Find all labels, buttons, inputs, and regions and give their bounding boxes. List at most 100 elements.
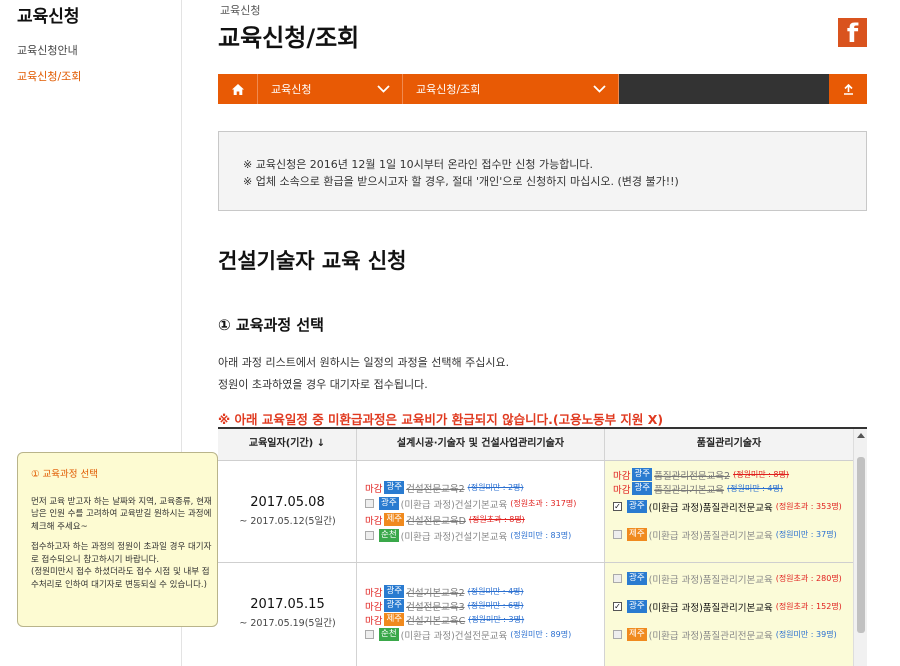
course-name: 품질관리기본교육 xyxy=(654,484,725,496)
course-name: (미환급 과정)품질관리전문교육 xyxy=(648,502,773,514)
course-name: 품질관리전문교육2 xyxy=(654,470,731,482)
course-name: 건설전문교육D xyxy=(406,515,466,527)
course-name: (미환급 과정)품질관리전문교육 xyxy=(648,630,773,642)
course-option[interactable]: 순천 (미환급 과정)건설전문교육 (정원미만 : 89명) xyxy=(365,628,572,642)
course-closed: 마감 광주 건설전문교육2 (정원미만 : 2명) xyxy=(365,481,524,495)
description-line-1: 아래 과정 리스트에서 원하시는 일정의 과정을 선택해 주십시요. xyxy=(218,356,510,369)
region-badge: 광주 xyxy=(632,482,653,495)
region-badge: 광주 xyxy=(627,600,647,613)
region-badge: 광주 xyxy=(632,468,653,481)
course-checkbox[interactable] xyxy=(365,531,374,540)
region-badge: 광주 xyxy=(379,497,399,510)
sidebar-item-apply[interactable]: 교육신청/조회 xyxy=(17,68,81,84)
refund-warning: ※ 아래 교육일정 중 미환급과정은 교육비가 환급되지 않습니다.(고용노동부… xyxy=(218,412,664,427)
facebook-icon[interactable]: f xyxy=(838,18,867,49)
closed-label: 마감 xyxy=(365,515,383,527)
help-tooltip: ① 교육과정 선택 먼저 교육 받고자 하는 날짜와 지역, 교육종류, 현재 … xyxy=(17,452,218,627)
course-checkbox[interactable] xyxy=(613,630,622,639)
course-option[interactable]: 순천 (미환급 과정)건설기본교육 (정원미만 : 83명) xyxy=(365,529,572,543)
page-title: 교육신청/조회 xyxy=(218,24,360,52)
region-badge: 광주 xyxy=(384,585,405,598)
closed-label: 마감 xyxy=(365,601,383,613)
region-badge: 제주 xyxy=(384,513,405,526)
capacity-label: (정원초과 : 152명) xyxy=(775,602,842,611)
home-button[interactable] xyxy=(218,74,258,104)
description-line-2: 정원이 초과하였을 경우 대기자로 접수됩니다. xyxy=(218,378,428,391)
section-heading: 건설기술자 교육 신청 xyxy=(218,249,407,273)
course-name: 건설전문교육3 xyxy=(406,601,465,613)
nav-select-category[interactable]: 교육신청 xyxy=(258,74,403,104)
closed-label: 마감 xyxy=(613,484,631,496)
course-period: ~ 2017.05.12(5일간) xyxy=(239,516,336,527)
sidebar-title: 교육신청 xyxy=(17,7,80,27)
step-description: 아래 과정 리스트에서 원하시는 일정의 과정을 선택해 주십시요. 정원이 초… xyxy=(218,352,509,396)
tooltip-title: ① 교육과정 선택 xyxy=(31,469,98,480)
course-name: (미환급 과정)품질관리기본교육 xyxy=(648,574,773,586)
table-row: 2017.05.08 ~ 2017.05.12(5일간) 마감 광주 건설전문교… xyxy=(218,461,867,563)
region-badge: 광주 xyxy=(384,481,405,494)
course-option-selected[interactable]: ✓ 광주 (미환급 과정)품질관리기본교육 (정원초과 : 152명) xyxy=(613,600,842,614)
notice-box: ※ 교육신청은 2016년 12월 1일 10시부터 온라인 접수만 신청 가능… xyxy=(218,131,867,211)
capacity-label: (정원초과 : 8명) xyxy=(468,515,525,524)
region-badge: 광주 xyxy=(627,500,647,513)
nav-select-page-label: 교육신청/조회 xyxy=(416,83,481,96)
region-badge: 제주 xyxy=(627,528,647,541)
region-badge: 광주 xyxy=(384,599,405,612)
closed-label: 마감 xyxy=(613,470,631,482)
course-name: 건설기본교육2 xyxy=(406,587,465,599)
course-checkbox[interactable] xyxy=(365,499,374,508)
scroll-top-button[interactable] xyxy=(829,74,867,104)
capacity-label: (정원미만 : 39명) xyxy=(775,630,837,639)
region-badge: 제주 xyxy=(627,628,647,641)
nav-select-category-label: 교육신청 xyxy=(271,83,312,96)
course-option[interactable]: 제주 (미환급 과정)품질관리기본교육 (정원미만 : 37명) xyxy=(613,528,837,542)
closed-label: 마감 xyxy=(365,483,383,495)
capacity-label: (정원미만 : 37명) xyxy=(775,530,837,539)
course-name: (미환급 과정)건설전문교육 xyxy=(400,630,508,642)
capacity-label: (정원미만 : 83명) xyxy=(510,531,572,540)
course-checkbox-checked[interactable]: ✓ xyxy=(613,602,622,611)
course-closed: 마감 제주 건설기본교육C (정원미만 : 3명) xyxy=(365,613,525,627)
scroll-top-icon xyxy=(843,83,853,95)
course-option-selected[interactable]: ✓ 광주 (미환급 과정)품질관리전문교육 (정원초과 : 353명) xyxy=(613,500,842,514)
course-closed: 마감 제주 건설전문교육D (정원초과 : 8명) xyxy=(365,513,525,527)
closed-label: 마감 xyxy=(365,615,383,627)
course-name: 건설기본교육C xyxy=(406,615,466,627)
region-badge: 순천 xyxy=(379,529,399,542)
scroll-up-arrow-icon[interactable] xyxy=(857,433,865,438)
region-badge: 순천 xyxy=(379,628,399,641)
tooltip-paragraph-2: 접수하고자 하는 과정의 정원이 초과일 경우 대기자로 접수되오니 참고하시기… xyxy=(31,542,212,565)
tooltip-paragraph-3: (정원미만시 접수 하셨더라도 접수 시점 및 내부 접수처리로 인하여 대기자… xyxy=(31,567,210,590)
nav-select-page[interactable]: 교육신청/조회 xyxy=(403,74,619,104)
course-option[interactable]: 광주 (미환급 과정)건설기본교육 (정원초과 : 317명) xyxy=(365,497,576,511)
course-closed: 마감 광주 품질관리전문교육2 (정원미만 : 8명) xyxy=(613,468,789,482)
course-option[interactable]: 제주 (미환급 과정)품질관리전문교육 (정원미만 : 39명) xyxy=(613,628,837,642)
course-name: 건설전문교육2 xyxy=(406,483,465,495)
header-date[interactable]: 교육일자(기간) ↓ xyxy=(218,429,357,460)
notice-line-2: ※ 업체 소속으로 환급을 받으시고자 할 경우, 절대 '개인'으로 신청하지… xyxy=(243,175,679,188)
course-period: ~ 2017.05.19(5일간) xyxy=(239,618,336,629)
course-checkbox[interactable] xyxy=(365,630,374,639)
course-option[interactable]: 광주 (미환급 과정)품질관리기본교육 (정원초과 : 280명) xyxy=(613,572,842,586)
table-scrollbar[interactable] xyxy=(853,429,867,666)
table-header-row: 교육일자(기간) ↓ 설계시공·기술자 및 건설사업관리기술자 품질관리기술자 xyxy=(218,429,867,461)
course-checkbox-checked[interactable]: ✓ xyxy=(613,502,622,511)
capacity-label: (정원미만 : 89명) xyxy=(510,630,572,639)
capacity-label: (정원미만 : 4명) xyxy=(727,484,783,493)
course-checkbox[interactable] xyxy=(613,574,622,583)
capacity-label: (정원초과 : 353명) xyxy=(775,502,842,511)
sidebar-item-guide[interactable]: 교육신청안내 xyxy=(17,42,78,58)
course-name: (미환급 과정)품질관리기본교육 xyxy=(648,602,773,614)
course-name: (미환급 과정)건설기본교육 xyxy=(400,499,508,511)
capacity-label: (정원미만 : 6명) xyxy=(467,601,524,610)
table-row: 2017.05.15 ~ 2017.05.19(5일간) 마감 광주 건설기본교… xyxy=(218,563,867,666)
header-construction: 설계시공·기술자 및 건설사업관리기술자 xyxy=(357,429,605,460)
scrollbar-thumb[interactable] xyxy=(857,457,865,633)
header-quality: 품질관리기술자 xyxy=(605,429,853,460)
course-checkbox[interactable] xyxy=(613,530,622,539)
capacity-label: (정원미만 : 3명) xyxy=(468,615,525,624)
course-closed: 마감 광주 건설기본교육2 (정원미만 : 4명) xyxy=(365,585,524,599)
location-navbar: 교육신청 교육신청/조회 xyxy=(218,74,867,104)
breadcrumb: 교육신청 xyxy=(220,4,261,17)
tooltip-paragraph-1: 먼저 교육 받고자 하는 날짜와 지역, 교육종류, 현재 남은 인원 수를 고… xyxy=(31,496,212,532)
